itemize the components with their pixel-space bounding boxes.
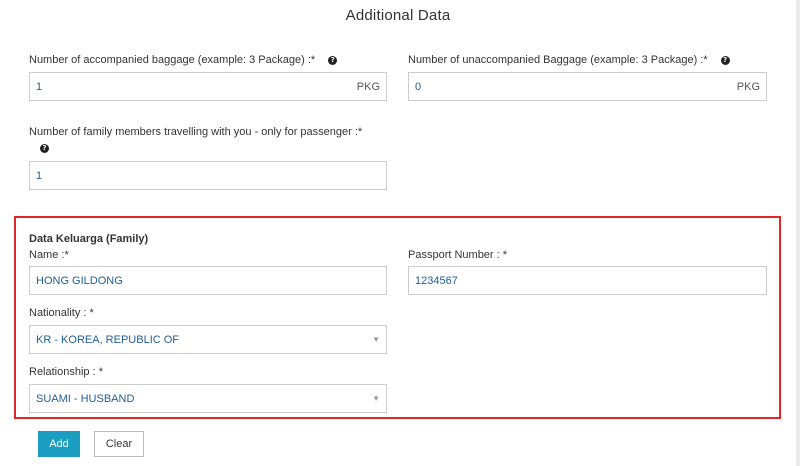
nationality-label: Nationality : * xyxy=(29,307,94,319)
unaccompanied-baggage-label: Number of unaccompanied Baggage (example… xyxy=(408,54,730,66)
accompanied-baggage-input[interactable]: 1 PKG xyxy=(29,72,387,101)
accompanied-baggage-label-text: Number of accompanied baggage (example: … xyxy=(29,54,316,66)
chevron-down-icon: ▼ xyxy=(372,394,380,403)
clear-button[interactable]: Clear xyxy=(94,431,144,457)
relationship-value: SUAMI - HUSBAND xyxy=(36,392,135,405)
help-icon[interactable]: ? xyxy=(720,56,730,65)
accompanied-baggage-unit: PKG xyxy=(356,80,380,93)
help-icon[interactable]: ? xyxy=(328,56,338,65)
add-button[interactable]: Add xyxy=(38,431,80,457)
family-count-value: 1 xyxy=(36,169,43,182)
family-count-input[interactable]: 1 xyxy=(29,161,387,190)
passport-input[interactable]: 1234567 xyxy=(408,266,767,295)
unaccompanied-baggage-input[interactable]: 0 PKG xyxy=(408,72,767,101)
nationality-select[interactable]: KR - KOREA, REPUBLIC OF ▼ xyxy=(29,325,387,354)
accompanied-baggage-label: Number of accompanied baggage (example: … xyxy=(29,54,338,66)
name-input[interactable]: HONG GILDONG xyxy=(29,266,387,295)
help-icon[interactable]: ? xyxy=(40,144,49,153)
nationality-value: KR - KOREA, REPUBLIC OF xyxy=(36,333,180,346)
chevron-down-icon: ▼ xyxy=(372,335,380,344)
name-label: Name :* xyxy=(29,249,69,261)
family-count-label: Number of family members travelling with… xyxy=(29,126,363,138)
passport-label: Passport Number : * xyxy=(408,249,508,261)
page-title: Additional Data xyxy=(345,7,451,24)
scrollbar[interactable] xyxy=(796,0,800,466)
unaccompanied-baggage-unit: PKG xyxy=(736,80,760,93)
relationship-select[interactable]: SUAMI - HUSBAND ▼ xyxy=(29,384,387,413)
unaccompanied-baggage-label-text: Number of unaccompanied Baggage (example… xyxy=(408,54,708,66)
family-section-heading: Data Keluarga (Family) xyxy=(29,233,149,245)
unaccompanied-baggage-value: 0 xyxy=(415,80,422,93)
name-value: HONG GILDONG xyxy=(36,274,123,287)
passport-value: 1234567 xyxy=(415,274,458,287)
accompanied-baggage-value: 1 xyxy=(36,80,43,93)
relationship-label: Relationship : * xyxy=(29,366,103,378)
